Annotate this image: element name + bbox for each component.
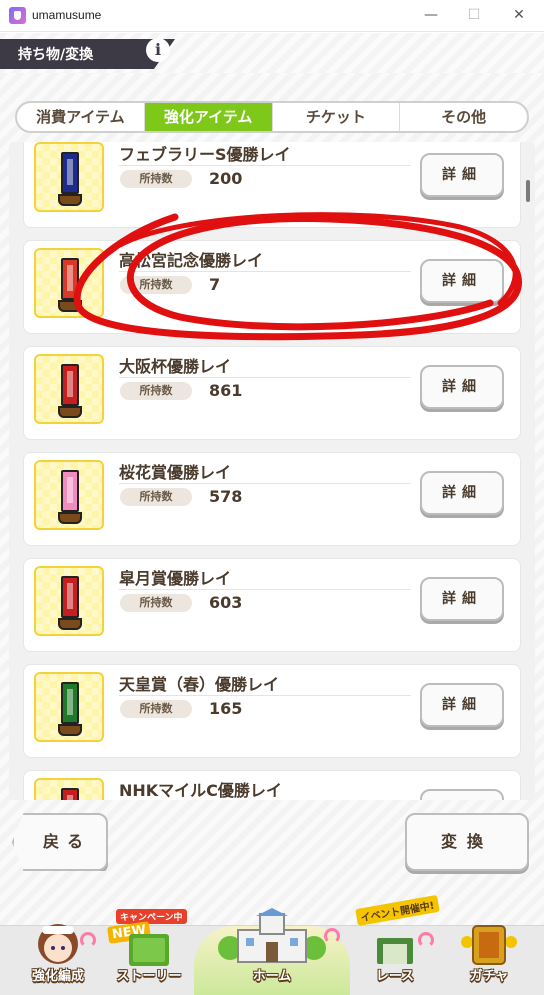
qty-label: 所持数 <box>120 382 192 400</box>
rei-icon <box>61 364 79 406</box>
nav-race[interactable]: イベント開催中! レース <box>352 894 440 995</box>
nav-home[interactable]: ホーム <box>194 908 350 995</box>
convert-button[interactable]: 変換 <box>405 813 529 871</box>
rei-icon <box>61 788 79 800</box>
window-titlebar: umamusume — ☐ ✕ <box>0 0 544 32</box>
detail-button[interactable]: 詳細 <box>420 577 504 621</box>
item-thumbnail <box>34 142 104 212</box>
divider <box>119 695 411 696</box>
horseshoe-icon <box>324 928 340 944</box>
qty-label: 所持数 <box>120 488 192 506</box>
qty-value: 200 <box>209 169 243 188</box>
rei-icon <box>61 258 79 300</box>
rei-icon <box>61 682 79 724</box>
divider <box>119 165 411 166</box>
qty-value: 165 <box>209 699 243 718</box>
list-item: 大阪杯優勝レイ 所持数 861 詳細 <box>23 346 521 440</box>
item-name: フェブラリーS優勝レイ <box>119 145 291 164</box>
item-thumbnail <box>34 248 104 318</box>
page-title: 持ち物/変換 <box>18 47 94 63</box>
detail-button[interactable]: 詳細 <box>420 259 504 303</box>
minimize-button[interactable]: — <box>408 0 454 32</box>
item-list[interactable]: フェブラリーS優勝レイ 所持数 200 詳細 高松宮記念優勝レイ 所持数 7 詳… <box>9 142 535 800</box>
info-icon[interactable]: i <box>146 38 170 62</box>
divider <box>119 377 411 378</box>
item-thumbnail <box>34 354 104 424</box>
detail-button[interactable]: 詳細 <box>420 471 504 515</box>
nav-gacha[interactable]: ガチャ <box>440 925 538 995</box>
qty-label: 所持数 <box>120 700 192 718</box>
rei-tail <box>58 724 82 736</box>
gacha-icon <box>461 925 517 965</box>
book-icon <box>129 934 169 966</box>
list-item: 高松宮記念優勝レイ 所持数 7 詳細 <box>23 240 521 334</box>
item-name: NHKマイルC優勝レイ <box>119 781 282 800</box>
list-item: 天皇賞（春）優勝レイ 所持数 165 詳細 <box>23 664 521 758</box>
qty-value: 603 <box>209 593 243 612</box>
item-thumbnail <box>34 460 104 530</box>
rei-icon <box>61 152 79 194</box>
item-name: 大阪杯優勝レイ <box>119 357 232 376</box>
tab-tickets[interactable]: チケット <box>273 103 401 131</box>
rei-tail <box>58 406 82 418</box>
nav-story[interactable]: キャンペーン中 NEW ストーリー <box>107 909 190 995</box>
qty-value: 861 <box>209 381 243 400</box>
race-gate-icon <box>377 938 413 964</box>
item-thumbnail <box>34 778 104 800</box>
rei-tail <box>58 300 82 312</box>
detail-button[interactable]: 詳細 <box>420 789 504 800</box>
qty-value: 7 <box>209 275 221 294</box>
scrollbar[interactable] <box>526 180 530 202</box>
divider <box>119 589 411 590</box>
list-item: フェブラリーS優勝レイ 所持数 200 詳細 <box>23 142 521 228</box>
qty-label: 所持数 <box>120 594 192 612</box>
item-name: 天皇賞（春）優勝レイ <box>119 675 280 694</box>
nav-label: 強化編成 <box>31 969 84 984</box>
list-item: 桜花賞優勝レイ 所持数 578 詳細 <box>23 452 521 546</box>
detail-button[interactable]: 詳細 <box>420 683 504 727</box>
divider <box>119 483 411 484</box>
campaign-tag: キャンペーン中 <box>116 909 187 924</box>
item-thumbnail <box>34 672 104 742</box>
nav-label: ガチャ <box>469 969 509 984</box>
qty-label: 所持数 <box>120 170 192 188</box>
rei-tail <box>58 194 82 206</box>
close-button[interactable]: ✕ <box>496 0 542 32</box>
nav-label: ストーリー <box>116 969 182 984</box>
horseshoe-icon <box>80 932 96 948</box>
item-name: 高松宮記念優勝レイ <box>119 251 264 270</box>
item-name: 桜花賞優勝レイ <box>119 463 232 482</box>
nav-label: レース <box>375 969 415 984</box>
item-name: 皐月賞優勝レイ <box>119 569 232 588</box>
app-icon <box>9 7 26 24</box>
detail-button[interactable]: 詳細 <box>420 153 504 197</box>
page-header: 持ち物/変換 i <box>0 33 544 73</box>
list-item: 皐月賞優勝レイ 所持数 603 詳細 <box>23 558 521 652</box>
nav-training-formation[interactable]: 強化編成 <box>8 924 108 995</box>
window-title: umamusume <box>32 8 102 22</box>
rei-icon <box>61 576 79 618</box>
category-tabs: 消費アイテム 強化アイテム チケット その他 <box>15 101 529 133</box>
nav-label: ホーム <box>252 969 292 984</box>
qty-label: 所持数 <box>120 276 192 294</box>
tab-enhancement-items[interactable]: 強化アイテム <box>144 103 273 131</box>
rei-icon <box>61 470 79 512</box>
divider <box>119 271 411 272</box>
rei-tail <box>58 512 82 524</box>
tab-consumables[interactable]: 消費アイテム <box>17 103 145 131</box>
list-item: NHKマイルC優勝レイ 詳細 <box>23 770 521 800</box>
horseshoe-icon <box>418 932 434 948</box>
bottom-nav: 強化編成 キャンペーン中 NEW ストーリー ホーム イベント開催中! レース … <box>0 894 544 995</box>
maximize-button[interactable]: ☐ <box>451 0 497 32</box>
item-thumbnail <box>34 566 104 636</box>
tab-other[interactable]: その他 <box>400 103 527 131</box>
qty-value: 578 <box>209 487 243 506</box>
school-building-icon <box>218 908 326 963</box>
back-button[interactable]: 戻る <box>12 813 108 871</box>
detail-button[interactable]: 詳細 <box>420 365 504 409</box>
rei-tail <box>58 618 82 630</box>
